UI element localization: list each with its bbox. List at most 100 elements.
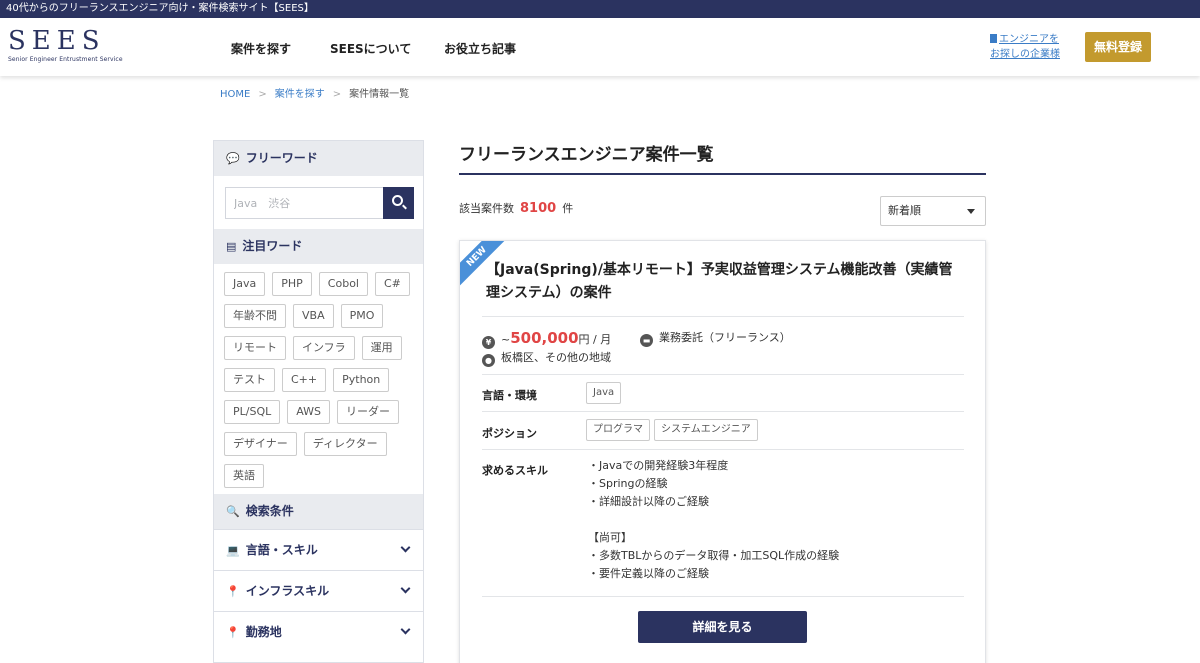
tag-aws[interactable]: AWS	[287, 400, 331, 424]
freeword-title: フリーワード	[245, 151, 318, 165]
document-icon: ▤	[226, 240, 237, 253]
nav-about-sees[interactable]: SEESについて	[330, 40, 411, 57]
search-sidebar: 💬 フリーワード ▤ 注目ワード Java PHP Cobol C# 年齢不問 VB…	[213, 140, 424, 663]
job-title[interactable]: 【Java(Spring)/基本リモート】予実収益管理システム機能改善（実績管理…	[486, 259, 966, 305]
caret-down-icon	[967, 209, 975, 214]
tag-age-free[interactable]: 年齢不問	[224, 304, 286, 328]
tag-plsql[interactable]: PL/SQL	[224, 400, 281, 424]
accordion-language-skill[interactable]: 💻 言語・スキル	[214, 529, 423, 570]
lang-label: 言語・環境	[482, 389, 537, 402]
site-header: SEES Senior Engineer Entrustment Service…	[0, 18, 1200, 76]
nav-find-jobs[interactable]: 案件を探す	[231, 40, 291, 57]
accordion-infra-skill[interactable]: 📍 インフラスキル	[214, 570, 423, 611]
corporate-link[interactable]: エンジニアを お探しの企業様	[990, 32, 1060, 62]
nav-articles[interactable]: お役立ち記事	[444, 40, 516, 57]
accordion-language-skill-label: 言語・スキル	[245, 543, 318, 557]
divider	[482, 449, 964, 450]
conditions-title: 検索条件	[245, 504, 294, 518]
hot-words-tags: Java PHP Cobol C# 年齢不問 VBA PMO リモート インフラ…	[214, 264, 423, 494]
search-button[interactable]	[383, 187, 414, 219]
price-value: 500,000	[510, 329, 579, 347]
tag-python[interactable]: Python	[333, 368, 390, 392]
tag-csharp[interactable]: C#	[374, 272, 410, 296]
tag-php[interactable]: PHP	[272, 272, 312, 296]
job-location: ● 板橋区、その他の地域	[482, 349, 611, 367]
free-signup-button[interactable]: 無料登録	[1085, 32, 1151, 62]
location-text: 板橋区、その他の地域	[501, 351, 611, 364]
map-pin-icon: 📍	[226, 626, 240, 639]
top-banner: 40代からのフリーランスエンジニア向け・案件検索サイト【SEES】	[0, 0, 1200, 18]
job-contract: ▬ 業務委託（フリーランス）	[640, 329, 791, 347]
breadcrumb-home[interactable]: HOME	[220, 89, 250, 100]
tag-pmo[interactable]: PMO	[340, 304, 384, 328]
tag-test[interactable]: テスト	[224, 368, 275, 392]
logo-tagline: Senior Engineer Entrustment Service	[8, 56, 123, 63]
lang-chip: Java	[586, 382, 622, 404]
speech-bubble-icon: 💬	[226, 152, 240, 165]
accordion-work-location[interactable]: 📍 勤務地	[214, 611, 423, 652]
sort-dropdown[interactable]: 新着順	[880, 196, 986, 226]
breadcrumb: HOME > 案件を探す > 案件情報一覧	[220, 85, 409, 100]
tag-director[interactable]: ディレクター	[303, 432, 387, 456]
logo-wordmark: SEES	[8, 26, 106, 56]
sort-selected: 新着順	[888, 204, 921, 217]
map-pin-icon: ●	[482, 354, 495, 367]
skill-line: ・詳細設計以降のご経験	[588, 495, 709, 508]
laptop-icon: 💻	[226, 544, 240, 557]
map-pin-icon: 📍	[226, 585, 240, 598]
conditions-header: 🔍 検索条件	[214, 494, 423, 529]
tag-english[interactable]: 英語	[224, 464, 264, 488]
result-count: 該当案件数 8100 件	[459, 200, 573, 216]
result-count-unit: 件	[562, 202, 574, 215]
result-count-number: 8100	[520, 201, 557, 216]
accordion-work-location-label: 勤務地	[245, 625, 282, 639]
position-chip: システムエンジニア	[654, 419, 758, 441]
skill-line: ・Springの経験	[588, 477, 668, 490]
freeword-search	[214, 176, 423, 229]
yen-icon: ¥	[482, 336, 495, 349]
tag-designer[interactable]: デザイナー	[224, 432, 297, 456]
tag-java[interactable]: Java	[224, 272, 266, 296]
breadcrumb-find-jobs[interactable]: 案件を探す	[275, 89, 325, 100]
chevron-down-icon	[400, 583, 411, 594]
freeword-header: 💬 フリーワード	[214, 141, 423, 176]
bus-icon: ▬	[640, 334, 653, 347]
tag-cpp[interactable]: C++	[282, 368, 327, 392]
skill-line: ・多数TBLからのデータ取得・加工SQL作成の経験	[588, 549, 840, 562]
skill-line-header: 【尚可】	[588, 531, 632, 544]
contract-text: 業務委託（フリーランス）	[659, 331, 791, 344]
job-price: ¥ ~500,000円 / 月	[482, 329, 611, 349]
sees-logo[interactable]: SEES Senior Engineer Entrustment Service	[8, 28, 123, 63]
divider	[482, 596, 964, 597]
tag-leader[interactable]: リーダー	[337, 400, 400, 424]
view-details-button[interactable]: 詳細を見る	[638, 611, 807, 643]
hot-words-title: 注目ワード	[242, 239, 303, 253]
tag-infra[interactable]: インフラ	[293, 336, 355, 360]
chevron-down-icon	[400, 624, 411, 635]
price-unit: 円 / 月	[578, 333, 612, 346]
tag-remote[interactable]: リモート	[224, 336, 286, 360]
tag-vba[interactable]: VBA	[293, 304, 334, 328]
chevron-right-icon: >	[258, 89, 267, 100]
position-label: ポジション	[482, 427, 537, 440]
accordion-infra-skill-label: インフラスキル	[245, 584, 330, 598]
corporate-link-line2: お探しの企業様	[990, 49, 1060, 60]
job-card: NEW 【Java(Spring)/基本リモート】予実収益管理システム機能改善（…	[459, 240, 986, 663]
chevron-down-icon	[400, 542, 411, 553]
top-banner-text: 40代からのフリーランスエンジニア向け・案件検索サイト【SEES】	[6, 3, 314, 14]
position-chip: プログラマ	[586, 419, 650, 441]
breadcrumb-current: 案件情報一覧	[349, 89, 410, 100]
search-icon: 🔍	[226, 505, 240, 518]
divider	[482, 411, 964, 412]
building-icon	[990, 34, 997, 43]
hot-words-header: ▤ 注目ワード	[214, 229, 423, 264]
tag-cobol[interactable]: Cobol	[318, 272, 368, 296]
corporate-link-line1: エンジニアを	[999, 34, 1059, 45]
freeword-input[interactable]	[225, 187, 383, 219]
divider	[482, 374, 964, 375]
result-count-label: 該当案件数	[459, 202, 514, 215]
search-icon	[392, 195, 403, 206]
skills-label: 求めるスキル	[482, 464, 548, 477]
tag-operations[interactable]: 運用	[361, 336, 402, 360]
price-prefix: ~	[501, 333, 511, 346]
